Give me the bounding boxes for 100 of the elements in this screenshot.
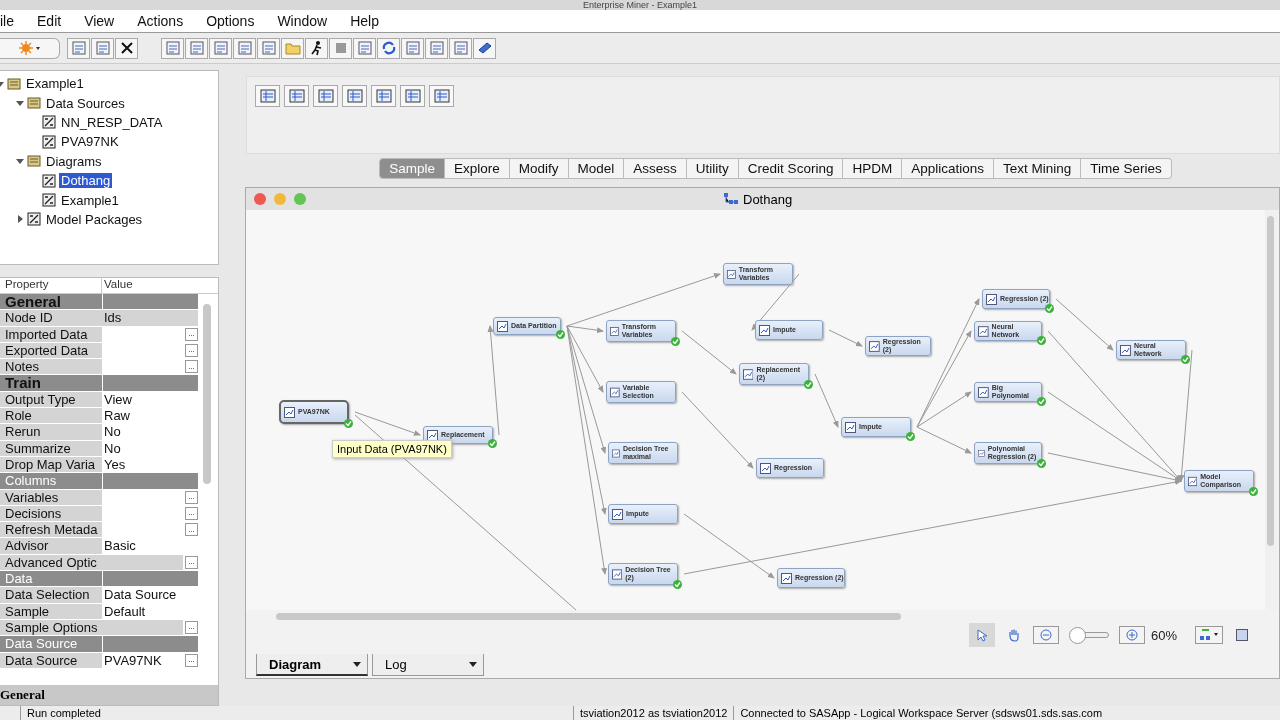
- property-name: Refresh Metada: [0, 522, 102, 538]
- tool-tab[interactable]: Assess: [624, 158, 687, 179]
- tree-item[interactable]: Dothang: [59, 173, 113, 189]
- menu-item[interactable]: View: [84, 13, 115, 29]
- report-button[interactable]: [425, 37, 448, 59]
- node-icon: [743, 368, 754, 380]
- node-tool-button[interactable]: [371, 85, 396, 107]
- connector-arrow: [354, 411, 421, 436]
- node-icon: [978, 447, 985, 459]
- expander-icon[interactable]: [16, 99, 24, 108]
- node-tool-button[interactable]: [284, 85, 309, 107]
- node-icon: [612, 508, 623, 520]
- view-tab[interactable]: Log: [372, 654, 484, 676]
- pointer-button[interactable]: [968, 623, 995, 647]
- maximize-button[interactable]: [294, 193, 306, 205]
- tool-tab[interactable]: Explore: [445, 158, 510, 179]
- node-icon: [284, 406, 295, 418]
- menu-item[interactable]: Window: [277, 13, 328, 29]
- node-tool-button[interactable]: [342, 85, 367, 107]
- expander-icon[interactable]: [16, 215, 24, 224]
- minimize-button[interactable]: [274, 193, 286, 205]
- tree-item[interactable]: Example1: [59, 192, 121, 208]
- section-header: Train: [0, 375, 102, 391]
- ellipsis-button[interactable]: ...: [185, 327, 198, 341]
- windows-button[interactable]: [401, 37, 424, 59]
- connector-arrow: [828, 329, 863, 347]
- menu-item[interactable]: Actions: [137, 13, 184, 29]
- copy-button[interactable]: [67, 37, 90, 59]
- zoom-in-button[interactable]: [1118, 626, 1145, 644]
- node-icon: [986, 293, 997, 305]
- tree-item[interactable]: Model Packages: [44, 211, 145, 227]
- table-icon: [42, 115, 56, 130]
- document-button[interactable]: [209, 37, 232, 59]
- delete-button[interactable]: [115, 37, 138, 59]
- node-tool-button[interactable]: [255, 85, 280, 107]
- menu-item[interactable]: Help: [350, 13, 379, 29]
- scrollbar-thumb[interactable]: [276, 613, 901, 620]
- chart-button[interactable]: [257, 37, 280, 59]
- tree-item[interactable]: Example1: [24, 76, 86, 92]
- menu-item[interactable]: ile: [0, 13, 14, 29]
- view-tab[interactable]: Diagram: [256, 654, 368, 676]
- status-text: tsviation2012 as tsviation2012: [573, 706, 734, 720]
- hand-icon: [1006, 628, 1021, 642]
- node-icon: [612, 447, 620, 459]
- tool-tab[interactable]: Text Mining: [993, 158, 1082, 179]
- node-icon: [497, 320, 508, 332]
- ellipsis-button[interactable]: ...: [185, 360, 198, 374]
- tool-tab[interactable]: Credit Scoring: [738, 158, 844, 179]
- ellipsis-button[interactable]: ...: [185, 653, 198, 667]
- run-button[interactable]: [305, 37, 328, 59]
- diagram-button[interactable]: [185, 37, 208, 59]
- tool-tab[interactable]: Time Series: [1081, 158, 1172, 179]
- new-button[interactable]: [0, 37, 60, 59]
- expander-icon[interactable]: [16, 157, 24, 166]
- node-tool-button[interactable]: [313, 85, 338, 107]
- tree-button[interactable]: [353, 37, 376, 59]
- node-icon: [759, 324, 770, 336]
- menu-item[interactable]: Edit: [37, 13, 62, 29]
- ellipsis-button[interactable]: ...: [185, 620, 198, 634]
- status-text: Run completed: [20, 706, 573, 720]
- notepad-button[interactable]: [233, 37, 256, 59]
- tool-tab[interactable]: HPDM: [843, 158, 903, 179]
- status-text: Connected to SASApp - Logical Workspace Server (sdsws01.sds.sas.com: [733, 706, 1109, 720]
- scrollbar-thumb[interactable]: [1267, 216, 1274, 546]
- zoom-out-button[interactable]: [1032, 626, 1059, 644]
- node-icon: [760, 462, 771, 474]
- tree-item[interactable]: PVA97NK: [59, 134, 121, 150]
- menu-item[interactable]: Options: [206, 13, 255, 29]
- tree-item[interactable]: Diagrams: [44, 153, 104, 169]
- folder-icon: [27, 96, 41, 111]
- node-icon: [869, 340, 880, 352]
- info-button[interactable]: [161, 37, 184, 59]
- table-icon: [42, 193, 56, 208]
- tree-item[interactable]: NN_RESP_DATA: [59, 114, 165, 130]
- property-name: Role: [0, 408, 102, 424]
- tool-tab[interactable]: Model: [568, 158, 625, 179]
- book-button[interactable]: [473, 37, 496, 59]
- ellipsis-button[interactable]: ...: [185, 523, 198, 537]
- close-button[interactable]: [254, 193, 266, 205]
- refresh-button[interactable]: [377, 37, 400, 59]
- ellipsis-button[interactable]: ...: [185, 506, 198, 520]
- ellipsis-button[interactable]: ...: [185, 555, 198, 569]
- tool-tab[interactable]: Applications: [902, 158, 994, 179]
- node-tool-button[interactable]: [400, 85, 425, 107]
- node-tool-button[interactable]: [429, 85, 454, 107]
- property-value[interactable]: Ids: [102, 310, 198, 326]
- window-icon: [1236, 629, 1248, 641]
- section-header: General: [0, 294, 102, 310]
- scrollbar-thumb[interactable]: [203, 304, 211, 484]
- tool-tab[interactable]: Modify: [509, 158, 569, 179]
- layout-button[interactable]: [1195, 626, 1223, 644]
- dropdown-icon: [353, 661, 361, 667]
- ellipsis-button[interactable]: ...: [185, 490, 198, 504]
- table-icon: [259, 88, 276, 104]
- tree-item[interactable]: Data Sources: [44, 95, 127, 111]
- ellipsis-button[interactable]: ...: [185, 343, 198, 357]
- column-header: Property: [0, 278, 102, 293]
- tool-tab[interactable]: Utility: [686, 158, 739, 179]
- node-icon: [978, 386, 989, 398]
- refresh-icon: [380, 40, 397, 56]
